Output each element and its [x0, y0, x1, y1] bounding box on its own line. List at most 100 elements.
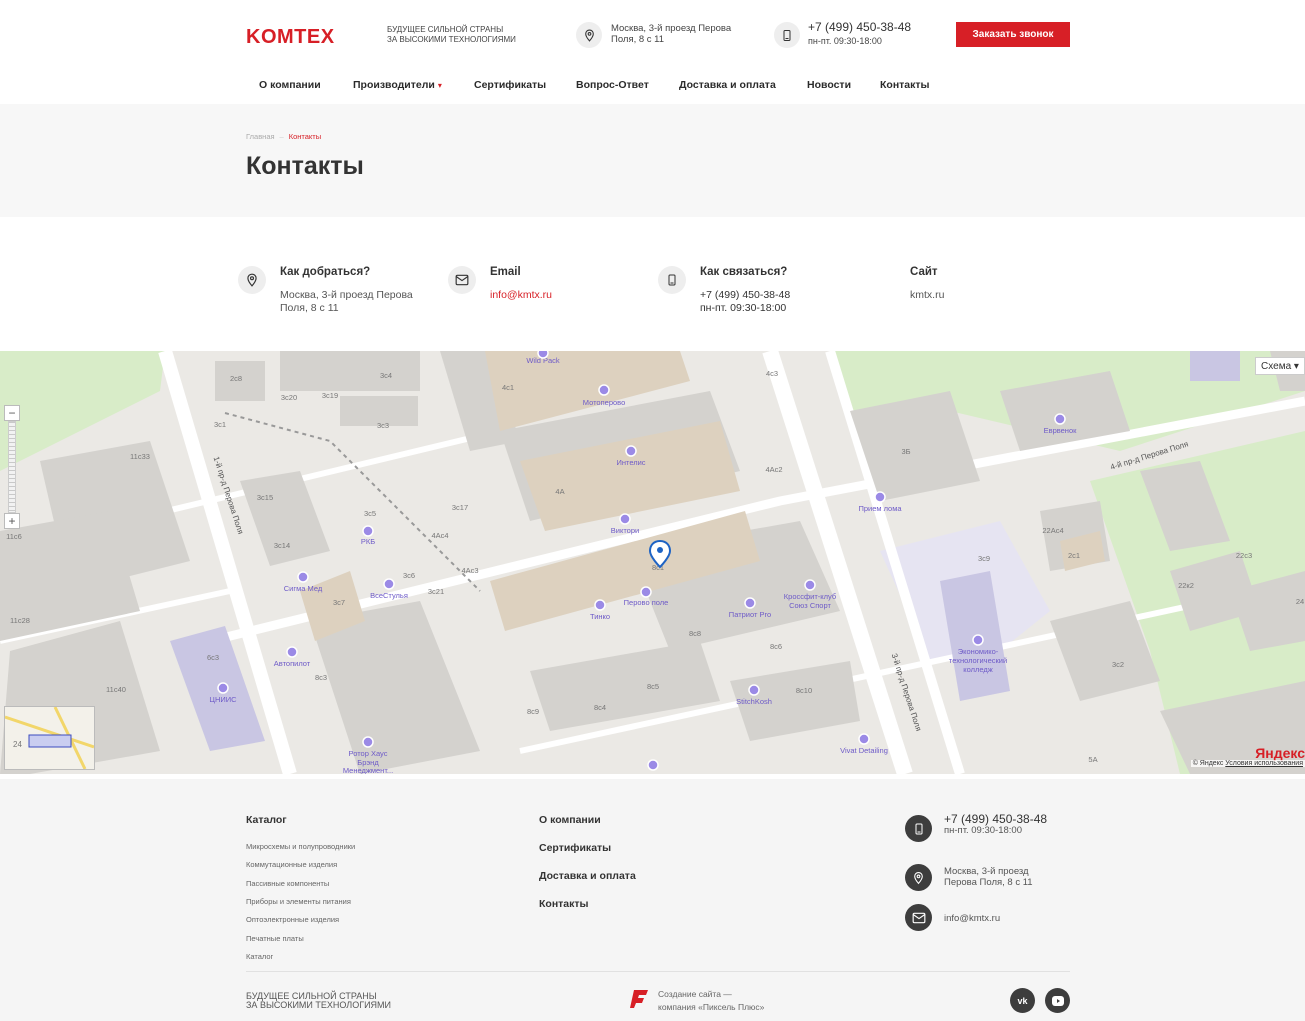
footer-menu-delivery[interactable]: Доставка и оплата: [539, 870, 636, 882]
nav-item-contacts[interactable]: Контакты: [880, 79, 930, 91]
map-poi-marker-icon[interactable]: [598, 384, 610, 396]
footer-catalog-link[interactable]: Печатные платы: [246, 934, 304, 943]
nav-item-about[interactable]: О компании: [259, 79, 321, 91]
footer-catalog-link[interactable]: Оптоэлектронные изделия: [246, 915, 339, 924]
nav-item-manufacturers[interactable]: Производители ▾: [353, 79, 442, 91]
minimap-label: 24: [13, 740, 22, 749]
phone-number[interactable]: +7 (499) 450-38-48: [700, 289, 850, 302]
building: [530, 641, 720, 731]
terms-link[interactable]: Условия использования: [1225, 760, 1303, 767]
map-poi-marker-icon[interactable]: [748, 684, 760, 696]
nav-item-delivery[interactable]: Доставка и оплата: [679, 79, 776, 91]
map-building-label: 3с2: [1112, 660, 1124, 669]
map-poi-marker-icon[interactable]: [874, 491, 886, 503]
yandex-logo: Яндекс: [1255, 745, 1305, 761]
pixel-plus-logo-icon[interactable]: [630, 988, 650, 1010]
developer-credit[interactable]: Создание сайта — компания «Пиксель Плюс»: [658, 988, 764, 1014]
zoom-in-button[interactable]: +: [4, 513, 20, 529]
map-poi-label: Экономико-: [958, 647, 999, 656]
breadcrumb-current: Контакты: [288, 132, 322, 141]
breadcrumb: Главная – Контакты: [246, 132, 321, 141]
footer-phone[interactable]: +7 (499) 450-38-48: [944, 813, 1047, 825]
map-building-label: 3с9: [978, 554, 990, 563]
map-building-label: 8с6: [770, 642, 782, 651]
map-building-label: 8с9: [527, 707, 539, 716]
header-slogan: БУДУЩЕЕ СИЛЬНОЙ СТРАНЫ ЗА ВЫСОКИМИ ТЕХНО…: [387, 25, 516, 44]
map-poi-marker-icon[interactable]: [625, 445, 637, 457]
map-poi-marker-icon[interactable]: [804, 579, 816, 591]
footer-hours: пн-пт. 09:30-18:00: [944, 825, 1022, 836]
map-poi-marker-icon[interactable]: [594, 599, 606, 611]
map-poi-label: Интелис: [616, 458, 645, 467]
map-poi-marker-icon[interactable]: [286, 646, 298, 658]
footer-divider: [246, 971, 1070, 972]
map-poi-marker-icon[interactable]: [972, 634, 984, 646]
map-poi-label: Патриот Pro: [729, 610, 771, 619]
zoom-slider[interactable]: [8, 421, 16, 513]
map-building-label: 8с10: [796, 686, 812, 695]
minimap[interactable]: 24: [4, 706, 95, 770]
map-poi-marker-icon[interactable]: [383, 578, 395, 590]
map-poi-marker-icon[interactable]: [1054, 413, 1066, 425]
map-canvas[interactable]: Wild PackМотоперовоИнтелисВикториПерово …: [0, 351, 1305, 774]
footer-menu-contacts[interactable]: Контакты: [539, 898, 589, 910]
nav-item-certificates[interactable]: Сертификаты: [474, 79, 546, 91]
zoom-control[interactable]: − +: [4, 405, 20, 530]
site-header: KOMTEX БУДУЩЕЕ СИЛЬНОЙ СТРАНЫ ЗА ВЫСОКИМ…: [0, 0, 1305, 68]
footer-menu-certificates[interactable]: Сертификаты: [539, 842, 611, 854]
footer-email-link[interactable]: info@kmtx.ru: [944, 913, 1000, 924]
footer-catalog-link[interactable]: Приборы и элементы питания: [246, 897, 351, 906]
map-building-label: 4Ас4: [431, 531, 448, 540]
map-building-label: 3с15: [257, 493, 273, 502]
map-poi-marker-icon[interactable]: [297, 571, 309, 583]
order-call-button[interactable]: Заказать звонок: [956, 22, 1070, 47]
contact-card-title: Как добраться?: [280, 266, 371, 278]
location-icon: [238, 266, 266, 294]
map-layer-select[interactable]: Схема ▾: [1255, 357, 1305, 375]
map-building-label: 11с28: [10, 616, 30, 625]
map-building-label: 24: [1296, 597, 1304, 606]
map-building-label: 8с3: [315, 673, 327, 682]
map-building-label: 3с7: [333, 598, 345, 607]
map-poi-label: Ротор Хаус: [349, 749, 388, 758]
map-poi-label: Автопилот: [274, 659, 311, 668]
map-poi-marker-icon[interactable]: [640, 586, 652, 598]
footer-menu-about[interactable]: О компании: [539, 814, 601, 826]
logo[interactable]: KOMTEX: [246, 26, 335, 49]
vk-icon[interactable]: vk: [1010, 988, 1035, 1013]
map-poi-marker-icon[interactable]: [217, 682, 229, 694]
map-building-label: 4А: [555, 487, 564, 496]
map-poi-marker-icon[interactable]: [744, 597, 756, 609]
map-building-label: 3с5: [364, 509, 376, 518]
map-poi-marker-icon[interactable]: [647, 759, 659, 771]
footer-catalog-link[interactable]: Пассивные компоненты: [246, 879, 329, 888]
map-poi-marker-icon[interactable]: [362, 525, 374, 537]
footer-catalog-link[interactable]: Микросхемы и полупроводники: [246, 842, 355, 851]
header-phone-number[interactable]: +7 (499) 450-38-48: [808, 20, 911, 34]
yandex-map[interactable]: Wild Pack Мотоперово Интелис Виктори Перово …: [0, 351, 1305, 774]
nav-item-news[interactable]: Новости: [807, 79, 851, 91]
mail-icon: [448, 266, 476, 294]
site-link[interactable]: kmtx.ru: [910, 289, 1060, 302]
map-poi-marker-icon[interactable]: [362, 736, 374, 748]
map-poi-marker-icon[interactable]: [619, 513, 631, 525]
email-link[interactable]: info@kmtx.ru: [490, 289, 640, 302]
map-building-label: 3с21: [428, 587, 444, 596]
header-hours: пн-пт. 09:30-18:00: [808, 36, 882, 46]
contact-card-value: +7 (499) 450-38-48 пн-пт. 09:30-18:00: [700, 289, 850, 315]
map-poi-label: Мотоперово: [583, 398, 626, 407]
contact-card-title: Email: [490, 266, 521, 278]
map-poi-marker-icon[interactable]: [858, 733, 870, 745]
breadcrumb-home[interactable]: Главная: [246, 132, 275, 141]
map-poi-label: Vivat Detailing: [840, 746, 888, 755]
phone-icon: [774, 22, 800, 48]
footer-catalog-link[interactable]: Коммутационные изделия: [246, 860, 337, 869]
zoom-out-button[interactable]: −: [4, 405, 20, 421]
youtube-icon[interactable]: [1045, 988, 1070, 1013]
map-poi-label: РКБ: [361, 537, 375, 546]
page-header-band: Главная – Контакты Контакты: [0, 104, 1305, 217]
footer-catalog-link[interactable]: Каталог: [246, 952, 273, 961]
footer-slogan: БУДУЩЕЕ СИЛЬНОЙ СТРАНЫ ЗА ВЫСОКИМИ ТЕХНО…: [246, 991, 392, 1010]
map-poi-marker-icon[interactable]: [537, 351, 549, 359]
nav-item-faq[interactable]: Вопрос-Ответ: [576, 79, 649, 91]
